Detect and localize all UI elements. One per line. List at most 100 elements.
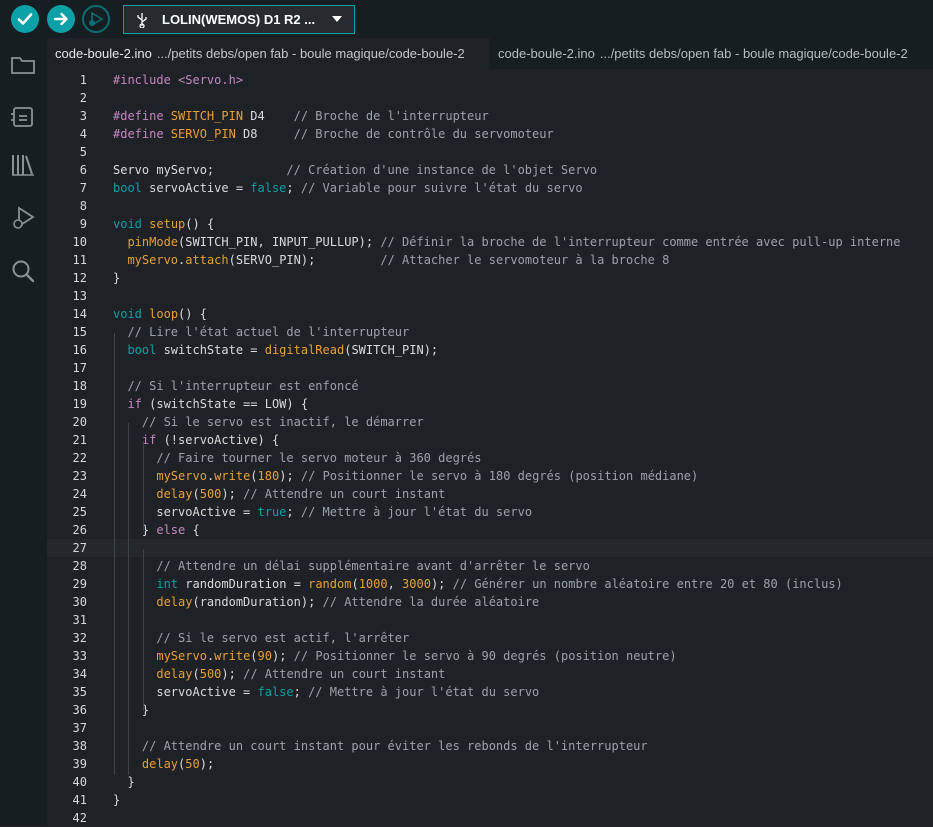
code-token: 500 bbox=[199, 667, 222, 681]
sidebar-item-debug[interactable] bbox=[10, 205, 36, 231]
code-line[interactable]: 16 bool switchState = digitalRead(SWITCH… bbox=[47, 341, 933, 359]
code-line[interactable]: 29 int randomDuration = random(1000, 300… bbox=[47, 575, 933, 593]
line-number: 33 bbox=[72, 649, 87, 663]
code-line[interactable]: 34 delay(500); // Attendre un court inst… bbox=[47, 665, 933, 683]
code-line[interactable]: 5 bbox=[47, 143, 933, 161]
code-line[interactable]: 41} bbox=[47, 791, 933, 809]
code-token: #define bbox=[113, 127, 171, 141]
code-line[interactable]: 42 bbox=[47, 809, 933, 827]
code-line[interactable]: 24 delay(500); // Attendre un court inst… bbox=[47, 485, 933, 503]
code-text: if (switchState == LOW) { bbox=[113, 395, 308, 413]
code-line[interactable]: 36 } bbox=[47, 701, 933, 719]
code-token: // Si le servo est actif, l'arrêter bbox=[156, 631, 410, 645]
sidebar-item-libraries[interactable] bbox=[10, 152, 36, 178]
sidebar-item-search[interactable] bbox=[10, 258, 36, 284]
line-number: 4 bbox=[79, 127, 87, 141]
code-token: (SWITCH_PIN); bbox=[344, 343, 439, 357]
code-line[interactable]: 40 } bbox=[47, 773, 933, 791]
code-line[interactable]: 10 pinMode(SWITCH_PIN, INPUT_PULLUP); //… bbox=[47, 233, 933, 251]
code-token: (SERVO_PIN); bbox=[228, 253, 381, 267]
code-editor[interactable]: 1 #include <Servo.h> 2 3 #define SWITCH_PIN … bbox=[47, 69, 933, 825]
code-line[interactable]: 18 // Si l'interrupteur est enfoncé bbox=[47, 377, 933, 395]
code-line[interactable]: 30 delay(randomDuration); // Attendre la… bbox=[47, 593, 933, 611]
sidebar-item-sketchbook[interactable] bbox=[10, 52, 36, 78]
code-line[interactable]: 33 myServo.write(90); // Positionner le … bbox=[47, 647, 933, 665]
tab-bar: code-boule-2.ino .../petits debs/open fa… bbox=[47, 38, 933, 69]
code-token: , bbox=[387, 577, 403, 591]
tab-code-boule-2-active[interactable]: code-boule-2.ino .../petits debs/open fa… bbox=[47, 38, 490, 69]
line-number: 13 bbox=[72, 289, 87, 303]
code-token: ); bbox=[199, 757, 215, 771]
code-line[interactable]: 6 Servo myServo; // Création d'une instan… bbox=[47, 161, 933, 179]
code-line[interactable]: 26 } else { bbox=[47, 521, 933, 539]
tab-file-name: code-boule-2.ino bbox=[498, 46, 595, 61]
code-text: if (!servoActive) { bbox=[113, 431, 279, 449]
code-text: delay(randomDuration); // Attendre la du… bbox=[113, 593, 539, 611]
code-line[interactable]: 21 if (!servoActive) { bbox=[47, 431, 933, 449]
code-line[interactable]: 19 if (switchState == LOW) { bbox=[47, 395, 933, 413]
code-line[interactable]: 12} bbox=[47, 269, 933, 287]
sidebar-item-boards[interactable] bbox=[10, 104, 36, 130]
code-line[interactable]: 9 void setup() { bbox=[47, 215, 933, 233]
code-line[interactable]: 7 bool servoActive = false; // Variable p… bbox=[47, 179, 933, 197]
debug-button[interactable] bbox=[82, 5, 110, 33]
code-line[interactable]: 22 // Faire tourner le servo moteur à 36… bbox=[47, 449, 933, 467]
code-text: #define SERVO_PIN D8 // Broche de contrô… bbox=[113, 125, 554, 143]
code-token: // Lire l'état actuel de l'interrupteur bbox=[127, 325, 410, 339]
code-line[interactable]: 14 void loop() { bbox=[47, 305, 933, 323]
code-token: servoActive = bbox=[141, 181, 251, 195]
code-token: // Mettre à jour l'état du servo bbox=[300, 505, 533, 519]
code-line[interactable]: 15 // Lire l'état actuel de l'interrupte… bbox=[47, 323, 933, 341]
code-line[interactable]: 3 #define SWITCH_PIN D4 // Broche de l'in… bbox=[47, 107, 933, 125]
code-line[interactable]: 37 bbox=[47, 719, 933, 737]
code-line[interactable]: 31 bbox=[47, 611, 933, 629]
code-token: loop bbox=[149, 307, 179, 321]
code-line[interactable]: 27 bbox=[47, 539, 933, 557]
code-line[interactable]: 4 #define SERVO_PIN D8 // Broche de contr… bbox=[47, 125, 933, 143]
code-token: pinMode bbox=[127, 235, 179, 249]
code-token: ); bbox=[430, 577, 453, 591]
code-text: myServo.write(90); // Positionner le ser… bbox=[113, 647, 676, 665]
line-number: 11 bbox=[72, 253, 87, 267]
code-token: { bbox=[185, 523, 200, 537]
code-line[interactable]: 1 #include <Servo.h> bbox=[47, 71, 933, 89]
code-token: bool bbox=[127, 343, 157, 357]
line-number: 40 bbox=[72, 775, 87, 789]
upload-button[interactable] bbox=[47, 5, 75, 33]
line-number: 18 bbox=[72, 379, 87, 393]
code-token: delay bbox=[141, 757, 179, 771]
code-line[interactable]: 23 myServo.write(180); // Positionner le… bbox=[47, 467, 933, 485]
code-line[interactable]: 32 // Si le servo est actif, l'arrêter bbox=[47, 629, 933, 647]
verify-button[interactable] bbox=[11, 5, 39, 33]
code-token: 3000 bbox=[402, 577, 431, 591]
code-token: servoActive = bbox=[113, 685, 258, 699]
code-line[interactable]: 38 // Attendre un court instant pour évi… bbox=[47, 737, 933, 755]
code-line[interactable]: 11 myServo.attach(SERVO_PIN); // Attache… bbox=[47, 251, 933, 269]
code-line[interactable]: 20 // Si le servo est inactif, le démarr… bbox=[47, 413, 933, 431]
code-line[interactable]: 2 bbox=[47, 89, 933, 107]
code-token: // Broche de l'interrupteur bbox=[293, 109, 489, 123]
code-token: } bbox=[113, 523, 157, 537]
board-selector[interactable]: LOLIN(WEMOS) D1 R2 ... bbox=[123, 5, 355, 34]
code-token: ; bbox=[286, 505, 301, 519]
code-line[interactable]: 39 delay(50); bbox=[47, 755, 933, 773]
code-token: // Création d'une instance de l'objet Se… bbox=[286, 163, 598, 177]
code-line[interactable]: 25 servoActive = true; // Mettre à jour … bbox=[47, 503, 933, 521]
code-line[interactable]: 8 bbox=[47, 197, 933, 215]
code-text: } else { bbox=[113, 521, 200, 539]
code-token: // Broche de contrôle du servomoteur bbox=[293, 127, 554, 141]
tab-code-boule-2[interactable]: code-boule-2.ino .../petits debs/open fa… bbox=[490, 38, 933, 69]
code-text: myServo.attach(SERVO_PIN); // Attacher l… bbox=[113, 251, 669, 269]
code-token: (SWITCH_PIN, INPUT_PULLUP); bbox=[178, 235, 381, 249]
code-line[interactable]: 28 // Attendre un délai supplémentaire a… bbox=[47, 557, 933, 575]
code-token: int bbox=[156, 577, 179, 591]
code-line[interactable]: 13 bbox=[47, 287, 933, 305]
debug-icon bbox=[13, 206, 35, 229]
code-text: void setup() { bbox=[113, 215, 214, 233]
code-token: else bbox=[156, 523, 186, 537]
code-line[interactable]: 35 servoActive = false; // Mettre à jour… bbox=[47, 683, 933, 701]
code-line[interactable]: 17 bbox=[47, 359, 933, 377]
code-token: myServo bbox=[127, 253, 179, 267]
